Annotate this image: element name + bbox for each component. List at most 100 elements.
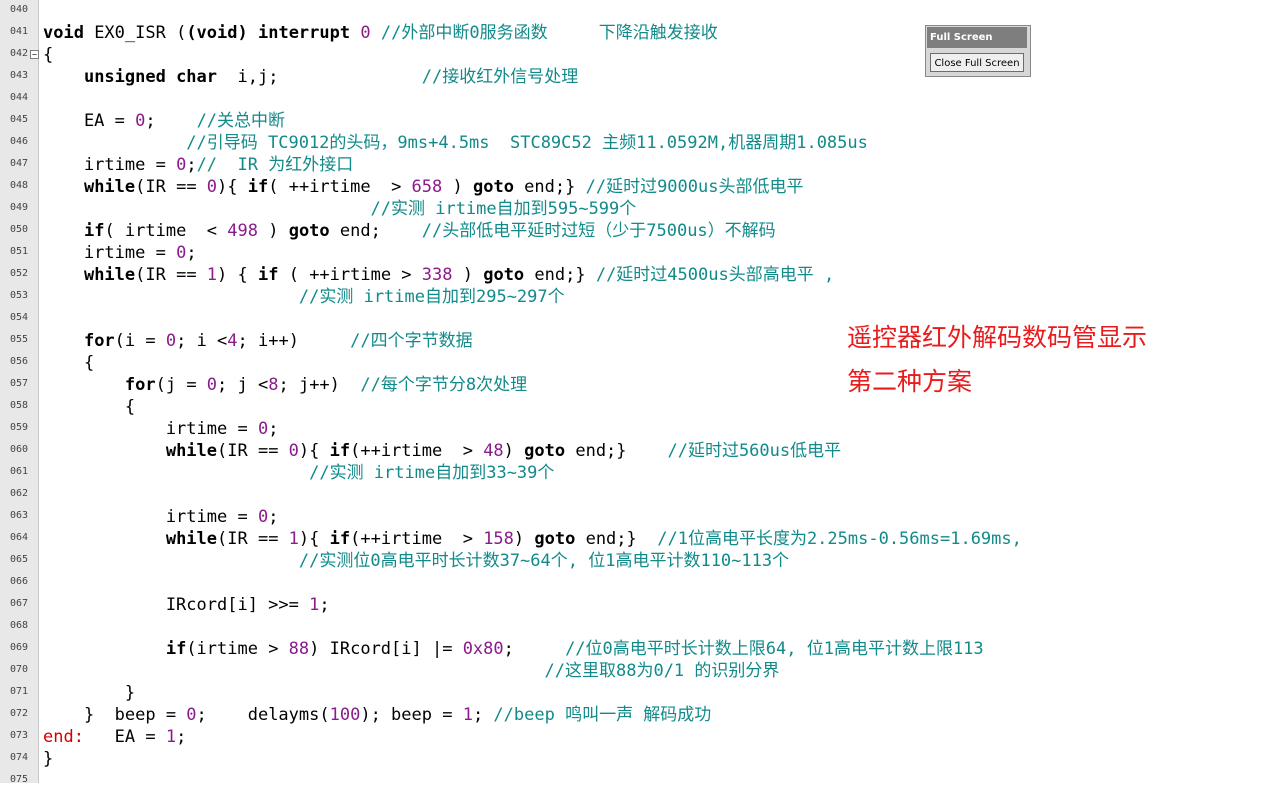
code-line[interactable]: 050 if( irtime < 498 ) goto end; //头部低电平… bbox=[0, 220, 1275, 242]
line-number: 040 bbox=[10, 4, 29, 15]
code-plain: ; bbox=[319, 595, 330, 615]
code-number: 1 bbox=[206, 265, 218, 285]
code-number: 0x80 bbox=[462, 639, 504, 659]
code-line[interactable]: 069 if(irtime > 88) IRcord[i] |= 0x80; /… bbox=[0, 638, 1275, 660]
code-plain: EA = bbox=[83, 727, 166, 747]
code-comment: //延时过560us低电平 bbox=[667, 441, 842, 461]
code-keyword: for bbox=[83, 331, 115, 351]
code-plain bbox=[43, 67, 84, 87]
code-plain: (irtime > bbox=[186, 639, 289, 659]
code-keyword: while bbox=[83, 177, 136, 197]
code-line[interactable]: 040 bbox=[0, 0, 1275, 22]
code-plain: ; j++) bbox=[278, 375, 361, 395]
code-keyword: goto bbox=[472, 177, 514, 197]
code-editor[interactable]: 040 041 void EX0_ISR ((void) interrupt 0 /… bbox=[0, 0, 1275, 785]
code-keyword: for bbox=[124, 375, 156, 395]
code-line[interactable]: 051 irtime = 0; bbox=[0, 242, 1275, 264]
code-line[interactable]: 065 //实测位0高电平时长计数37~64个, 位1高电平计数110~113个 bbox=[0, 550, 1275, 572]
code-plain: ) IRcord[i] |= bbox=[309, 639, 463, 659]
code-line[interactable]: 059 irtime = 0; bbox=[0, 418, 1275, 440]
code-line[interactable]: 042−{ bbox=[0, 44, 1275, 66]
code-number: 1 bbox=[288, 529, 299, 549]
code-keyword: goto bbox=[288, 221, 330, 241]
code-plain: } bbox=[43, 683, 136, 703]
code-plain: ; bbox=[186, 155, 197, 175]
code-plain: ; delayms( bbox=[196, 705, 330, 725]
code-plain: EA = bbox=[43, 111, 136, 131]
code-text: //实测 irtime自加到295~297个 bbox=[43, 286, 565, 308]
code-line[interactable]: 057 for(j = 0; j <8; j++) //每个字节分8次处理 bbox=[0, 374, 1275, 396]
code-line[interactable]: 043 unsigned char i,j; //接收红外信号处理 bbox=[0, 66, 1275, 88]
code-line[interactable]: 074} bbox=[0, 748, 1275, 770]
line-number: 070 bbox=[10, 664, 29, 675]
code-line[interactable]: 072 } beep = 0; delayms(100); beep = 1; … bbox=[0, 704, 1275, 726]
code-line[interactable]: 068 bbox=[0, 616, 1275, 638]
code-line[interactable]: 073 end: EA = 1; bbox=[0, 726, 1275, 748]
code-number: 0 bbox=[288, 441, 299, 461]
code-plain: (IR == bbox=[217, 529, 289, 549]
code-line[interactable]: 041 void EX0_ISR ((void) interrupt 0 //外部… bbox=[0, 22, 1275, 44]
code-line[interactable]: 045 EA = 0; //关总中断 bbox=[0, 110, 1275, 132]
code-plain bbox=[350, 23, 360, 43]
code-line[interactable]: 070 //这里取88为0/1 的识别分界 bbox=[0, 660, 1275, 682]
code-number: 658 bbox=[411, 177, 443, 197]
line-number: 064 bbox=[10, 532, 29, 543]
line-number: 075 bbox=[10, 774, 29, 785]
code-plain: ; bbox=[186, 243, 197, 263]
code-line[interactable]: 053 //实测 irtime自加到295~297个 bbox=[0, 286, 1275, 308]
code-line[interactable]: 046 //引导码 TC9012的头码，9ms+4.5ms STC89C52 主… bbox=[0, 132, 1275, 154]
line-number: 042 bbox=[10, 48, 29, 59]
code-line[interactable]: 066 bbox=[0, 572, 1275, 594]
code-text: //实测位0高电平时长计数37~64个, 位1高电平计数110~113个 bbox=[43, 550, 789, 572]
code-number: 0 bbox=[257, 419, 269, 439]
code-line[interactable]: 060 while(IR == 0){ if(++irtime > 48) go… bbox=[0, 440, 1275, 462]
code-line[interactable]: 064 while(IR == 1){ if(++irtime > 158) g… bbox=[0, 528, 1275, 550]
code-line[interactable]: 062 bbox=[0, 484, 1275, 506]
code-plain bbox=[43, 199, 371, 219]
code-number: 1 bbox=[462, 705, 473, 725]
code-keyword: while bbox=[83, 265, 136, 285]
code-line[interactable]: 052 while(IR == 1) { if ( ++irtime > 338… bbox=[0, 264, 1275, 286]
code-text: end: EA = 1; bbox=[43, 726, 186, 748]
line-number: 046 bbox=[10, 136, 29, 147]
code-line[interactable]: 071 } bbox=[0, 682, 1275, 704]
code-comment: //每个字节分8次处理 bbox=[360, 375, 528, 395]
code-plain: (++irtime > bbox=[350, 441, 484, 461]
annotation-subtitle: 第二种方案 bbox=[847, 367, 973, 396]
code-line[interactable]: 056 { bbox=[0, 352, 1275, 374]
code-number: 88 bbox=[288, 639, 310, 659]
line-number: 041 bbox=[10, 26, 29, 37]
line-number: 072 bbox=[10, 708, 29, 719]
code-label: end: bbox=[43, 727, 84, 747]
code-number: 0 bbox=[165, 331, 177, 351]
code-text: //这里取88为0/1 的识别分界 bbox=[43, 660, 780, 682]
code-plain: ) bbox=[442, 177, 473, 197]
code-line[interactable]: 048 while(IR == 0){ if( ++irtime > 658 )… bbox=[0, 176, 1275, 198]
code-line[interactable]: 044 bbox=[0, 88, 1275, 110]
close-fullscreen-button[interactable]: Close Full Screen bbox=[930, 53, 1024, 72]
code-comment: //实测位0高电平时长计数37~64个, 位1高电平计数110~113个 bbox=[298, 551, 790, 571]
code-plain: (++irtime > bbox=[350, 529, 484, 549]
code-text: //实测 irtime自加到33~39个 bbox=[43, 462, 554, 484]
code-comment: //beep 鸣叫一声 解码成功 bbox=[493, 705, 712, 725]
line-number: 052 bbox=[10, 268, 29, 279]
code-line[interactable]: 058 { bbox=[0, 396, 1275, 418]
code-plain: ; bbox=[145, 111, 197, 131]
code-line[interactable]: 049 //实测 irtime自加到595~599个 bbox=[0, 198, 1275, 220]
code-line[interactable]: 061 //实测 irtime自加到33~39个 bbox=[0, 462, 1275, 484]
code-text: { bbox=[43, 396, 135, 418]
fold-toggle-icon[interactable]: − bbox=[30, 50, 39, 59]
code-line[interactable]: 075 bbox=[0, 770, 1275, 792]
code-comment: //引导码 TC9012的头码，9ms+4.5ms STC89C52 主频11.… bbox=[186, 133, 868, 153]
code-number: 0 bbox=[257, 507, 269, 527]
code-plain: } beep = bbox=[43, 705, 187, 725]
line-number: 071 bbox=[10, 686, 29, 697]
code-line[interactable]: 067 IRcord[i] >>= 1; bbox=[0, 594, 1275, 616]
code-keyword: goto bbox=[524, 441, 566, 461]
code-text: void EX0_ISR ((void) interrupt 0 //外部中断0… bbox=[43, 22, 718, 44]
code-text: { bbox=[43, 352, 94, 374]
line-number: 047 bbox=[10, 158, 29, 169]
code-line[interactable]: 063 irtime = 0; bbox=[0, 506, 1275, 528]
code-line[interactable]: 047 irtime = 0;// IR 为红外接口 bbox=[0, 154, 1275, 176]
code-plain: (IR == bbox=[135, 177, 207, 197]
